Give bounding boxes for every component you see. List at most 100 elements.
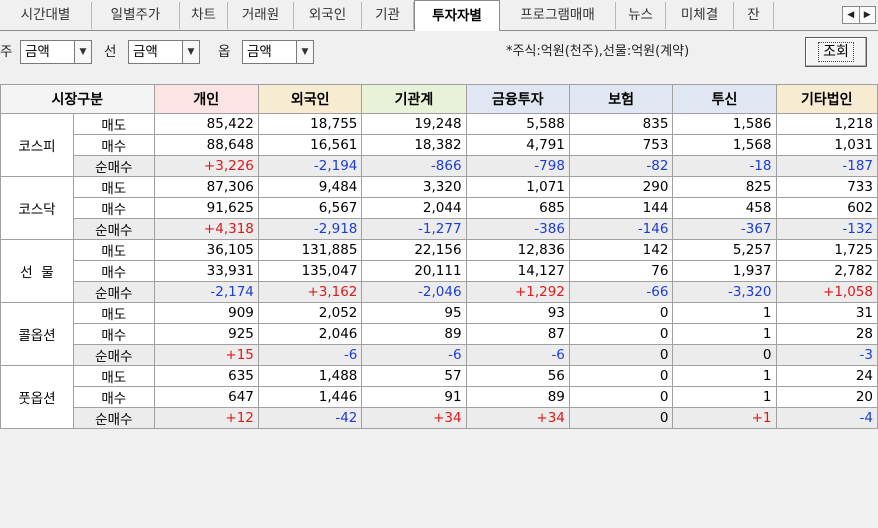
options-unit-label: 옵: [218, 44, 231, 60]
table-row: 코스피 매도 85,422 18,755 19,248 5,588 835 1,586 1,21…: [0, 113, 878, 177]
table-row: 콜옵션 매도 909 2,052 95 93 0 1 31: [0, 302, 878, 366]
table-cell: -66: [568, 281, 674, 303]
table-row: 풋옵션 매도 635 1,488 57 56 0 1 24: [0, 365, 878, 429]
table-row: 매수 647 1,446 91 89 0 1 20: [1, 386, 878, 408]
table-row: 선 물 매도 36,105 131,885 22,156 12,836 142 5,257 1,…: [0, 239, 878, 303]
table-cell: 19,248: [361, 113, 467, 135]
table-cell: 4,791: [465, 134, 570, 156]
tab-bar: 시간대별 일별주가 차트 거래원 외국인 기관 투자자별 프로그램매매 뉴스 미체결 잔 ◀ ▶: [0, 0, 878, 31]
table-cell: 3,320: [361, 176, 467, 198]
table-row: 매수 33,931 135,047 20,111 14,127 76 1,937 2,782: [1, 260, 878, 282]
row-type-label: 매도: [72, 365, 155, 387]
investor-table: 시장구분 개인 외국인 기관계 금융투자 보험 투신 기타법인 코스피 매도 85,422 18,…: [0, 84, 878, 429]
table-cell: -2,194: [257, 155, 363, 177]
table-cell: +15: [153, 344, 259, 366]
tab-scroll-left-icon[interactable]: ◀: [843, 7, 860, 23]
row-type-label: 매수: [72, 134, 155, 156]
futures-unit-select[interactable]: 금액 ▼: [128, 40, 200, 64]
chevron-down-icon: ▼: [296, 41, 313, 63]
table-cell: 2,052: [257, 302, 363, 324]
table-cell: 290: [568, 176, 674, 198]
column-header: 기타법인: [775, 84, 878, 114]
table-cell: +1,292: [465, 281, 570, 303]
table-cell: 0: [568, 407, 674, 429]
tab-5[interactable]: 기관: [362, 2, 414, 29]
row-type-label: 매도: [72, 239, 155, 261]
chevron-down-icon: ▼: [74, 41, 91, 63]
table-cell: 131,885: [257, 239, 363, 261]
table-cell: 135,047: [257, 260, 363, 282]
market-group-label: 콜옵션: [0, 302, 74, 366]
table-cell: 91,625: [153, 197, 259, 219]
table-cell: -3,320: [672, 281, 777, 303]
table-cell: 733: [775, 176, 878, 198]
table-cell: -386: [465, 218, 570, 240]
table-cell: 1,218: [775, 113, 878, 135]
query-button[interactable]: 조회: [805, 37, 867, 67]
table-cell: 31: [775, 302, 878, 324]
table-cell: 602: [775, 197, 878, 219]
table-row: 코스닥 매도 87,306 9,484 3,320 1,071 290 825 733: [0, 176, 878, 240]
table-cell: 76: [568, 260, 674, 282]
table-cell: 0: [568, 386, 674, 408]
table-cell: 635: [153, 365, 259, 387]
table-cell: -6: [465, 344, 570, 366]
options-unit-select[interactable]: 금액 ▼: [242, 40, 314, 64]
table-cell: 89: [361, 323, 467, 345]
table-cell: 753: [568, 134, 674, 156]
market-group-label: 풋옵션: [0, 365, 74, 429]
tab-10[interactable]: 잔: [734, 2, 774, 29]
table-cell: 1,568: [672, 134, 777, 156]
table-cell: -2,918: [257, 218, 363, 240]
table-cell: -367: [672, 218, 777, 240]
table-row: 순매수 +3,226 -2,194 -866 -798 -82 -18 -187: [1, 155, 878, 177]
stock-unit-value: 금액: [25, 44, 50, 60]
table-cell: 1,446: [257, 386, 363, 408]
table-cell: 685: [465, 197, 570, 219]
market-group-label: 코스피: [0, 113, 74, 177]
table-cell: 1,586: [672, 113, 777, 135]
column-header-market: 시장구분: [0, 84, 155, 114]
stock-unit-select[interactable]: 금액 ▼: [20, 40, 92, 64]
table-row: 순매수 +4,318 -2,918 -1,277 -386 -146 -367 -132: [1, 218, 878, 240]
tab-6[interactable]: 투자자별: [414, 0, 500, 31]
tab-4[interactable]: 외국인: [294, 2, 362, 29]
table-cell: 56: [465, 365, 570, 387]
table-cell: 0: [672, 344, 777, 366]
row-type-label: 매수: [72, 260, 155, 282]
table-cell: +34: [465, 407, 570, 429]
tab-7[interactable]: 프로그램매매: [500, 2, 616, 29]
table-cell: 5,588: [465, 113, 570, 135]
table-cell: 14,127: [465, 260, 570, 282]
table-cell: 1,031: [775, 134, 878, 156]
row-type-label: 매도: [72, 302, 155, 324]
table-cell: -6: [361, 344, 467, 366]
table-header-row: 시장구분 개인 외국인 기관계 금융투자 보험 투신 기타법인: [0, 84, 878, 114]
tab-scroll-right-icon[interactable]: ▶: [860, 7, 876, 23]
table-cell: 144: [568, 197, 674, 219]
tab-2[interactable]: 차트: [180, 2, 228, 29]
stock-unit-label: 주: [0, 44, 13, 60]
tab-0[interactable]: 시간대별: [0, 2, 92, 29]
table-cell: 0: [568, 365, 674, 387]
futures-unit-value: 금액: [133, 44, 158, 60]
table-cell: 1,071: [465, 176, 570, 198]
table-cell: -2,046: [361, 281, 467, 303]
tab-9[interactable]: 미체결: [666, 2, 734, 29]
row-type-label: 매수: [72, 197, 155, 219]
table-cell: 5,257: [672, 239, 777, 261]
table-cell: 89: [465, 386, 570, 408]
table-cell: -18: [672, 155, 777, 177]
column-header: 외국인: [257, 84, 363, 114]
table-cell: -1,277: [361, 218, 467, 240]
tab-8[interactable]: 뉴스: [616, 2, 666, 29]
tab-1[interactable]: 일별주가: [92, 2, 180, 29]
table-cell: -4: [775, 407, 878, 429]
row-type-label: 매도: [72, 176, 155, 198]
row-type-label: 순매수: [72, 407, 155, 429]
table-cell: 0: [568, 344, 674, 366]
column-header: 보험: [568, 84, 674, 114]
table-cell: 2,046: [257, 323, 363, 345]
tab-3[interactable]: 거래원: [228, 2, 294, 29]
table-cell: 36,105: [153, 239, 259, 261]
